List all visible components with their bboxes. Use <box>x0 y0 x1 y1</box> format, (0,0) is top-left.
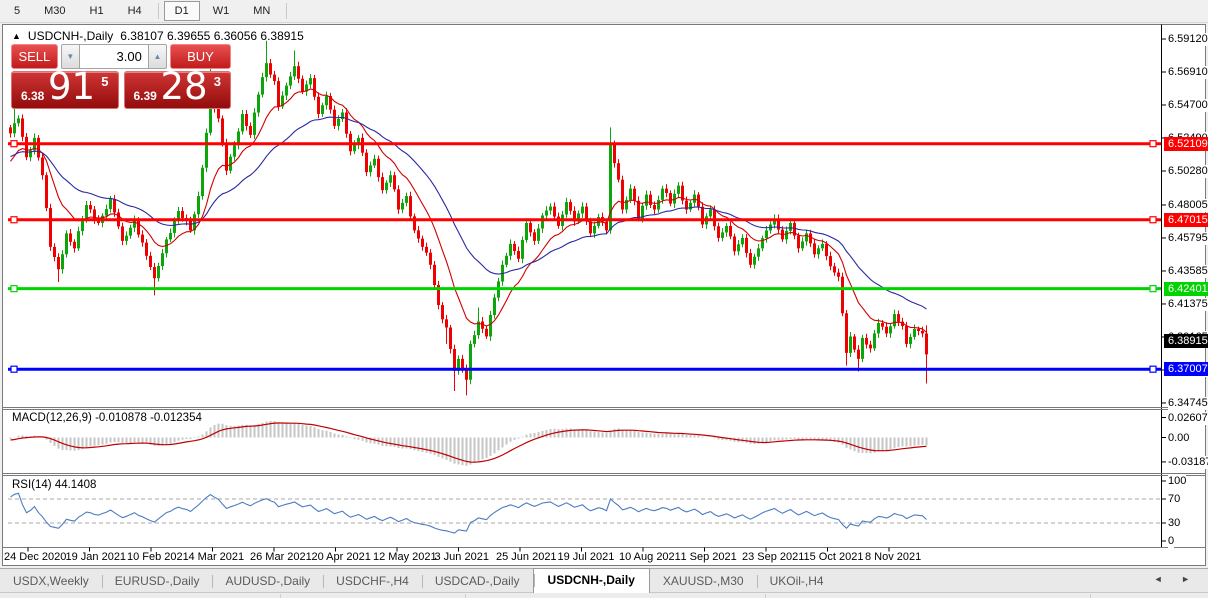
chart-tab-usdcad-daily[interactable]: USDCAD-,Daily <box>421 570 533 593</box>
rsi-axis-tick: 100 <box>1168 475 1187 488</box>
price-tag-support-line-blue[interactable]: 6.37007 <box>1164 362 1208 377</box>
date-axis-label: 4 Mar 2021 <box>188 551 245 563</box>
date-axis-label: 10 Aug 2021 <box>619 551 681 563</box>
timeframe-button-d1[interactable]: D1 <box>163 1 200 21</box>
chart-collapse-arrow[interactable]: ▲ <box>12 31 21 41</box>
date-axis-label: 26 Mar 2021 <box>250 551 312 563</box>
price-axis-tick: 6.41375 <box>1168 297 1208 311</box>
macd-axis-tick: 0.00 <box>1168 431 1190 445</box>
sell-price-box[interactable]: 6.38 91 5 <box>11 65 119 109</box>
timeframe-button-mn[interactable]: MN <box>242 1 281 21</box>
macd-axis-tick: 0.02607 <box>1168 411 1208 425</box>
date-axis-label: 24 Dec 2020 <box>4 551 67 563</box>
date-axis-label: 15 Oct 2021 <box>803 551 864 563</box>
macd-axis-tick: -0.03187 <box>1168 455 1208 469</box>
date-axis-label: 19 Jul 2021 <box>557 551 615 563</box>
chart-tab-usdchf-h4[interactable]: USDCHF-,H4 <box>323 570 422 593</box>
rsi-axis-tick: 70 <box>1168 493 1181 506</box>
price-axis-tick: 6.43585 <box>1168 264 1208 278</box>
price-tag-resistance-line-1[interactable]: 6.52109 <box>1164 136 1208 151</box>
price-axis-tick: 6.48005 <box>1168 198 1208 212</box>
quote-title: ▲ USDCNH-,Daily 6.38107 6.39655 6.36056 … <box>12 29 304 43</box>
chart-tab-ukoil-h4[interactable]: UKOil-,H4 <box>756 570 837 593</box>
date-axis-label: 25 Jun 2021 <box>496 551 557 563</box>
date-axis-label: 10 Feb 2021 <box>127 551 189 563</box>
price-axis-tick: 6.45795 <box>1168 231 1208 245</box>
buy-price-box[interactable]: 6.39 28 3 <box>123 65 231 109</box>
timeframe-button-h1[interactable]: H1 <box>79 1 115 21</box>
rsi-axis-tick: 30 <box>1168 517 1181 530</box>
price-axis-tick: 6.56910 <box>1168 65 1208 79</box>
date-axis-label: 3 Jun 2021 <box>434 551 489 563</box>
buy-price-big: 28 <box>160 65 208 108</box>
timeframe-button-5[interactable]: 5 <box>3 1 31 21</box>
price-axis-tick: 6.34745 <box>1168 396 1208 410</box>
price-axis-tick: 6.54700 <box>1168 98 1208 112</box>
chart-window: ▲ USDCNH-,Daily 6.38107 6.39655 6.36056 … <box>2 24 1206 566</box>
timeframe-button-w1[interactable]: W1 <box>202 1 241 21</box>
price-axis-tick: 6.59120 <box>1168 33 1208 46</box>
date-axis-label: 8 Nov 2021 <box>865 551 922 563</box>
date-axis-label: 23 Sep 2021 <box>742 551 805 563</box>
date-axis-label: 12 May 2021 <box>373 551 437 563</box>
chart-tab-bar: USDX,Weekly EURUSD-,Daily AUDUSD-,Daily USD… <box>0 568 1208 593</box>
mt4-window: 5 M30 H1 H4 D1 W1 MN ▲ USDCNH-,Daily 6.38107 6… <box>0 0 1208 598</box>
sell-price-big: 91 <box>48 65 96 108</box>
sell-price-prefix: 6.38 <box>21 89 45 103</box>
price-tag-bid: 6.38915 <box>1164 333 1208 348</box>
buy-price-sup: 3 <box>213 74 221 89</box>
buy-price-prefix: 6.39 <box>133 89 157 103</box>
date-axis-label: 1 Sep 2021 <box>680 551 737 563</box>
price-axis-tick: 6.50280 <box>1168 164 1208 178</box>
quote-symbol: USDCNH-,Daily <box>27 29 114 43</box>
price-tag-resistance-line-2[interactable]: 6.47015 <box>1164 212 1208 227</box>
date-axis-label: 19 Jan 2021 <box>65 551 127 563</box>
one-click-trade-panel: SELL ▼ ▲ BUY 6.38 91 5 6.39 28 3 <box>11 44 231 109</box>
price-tag-support-line-green[interactable]: 6.42401 <box>1164 281 1208 296</box>
timeframe-button-h4[interactable]: H4 <box>117 1 153 21</box>
toolbar-separator <box>286 3 288 19</box>
timeframe-button-m30[interactable]: M30 <box>33 1 76 21</box>
sell-price-sup: 5 <box>101 74 109 89</box>
timeframe-toolbar: 5 M30 H1 H4 D1 W1 MN <box>0 0 1208 23</box>
toolbar-separator <box>157 3 159 19</box>
rsi-axis-tick: 0 <box>1168 535 1175 548</box>
rsi-indicator-label: RSI(14) 44.1408 <box>12 479 97 491</box>
chart-tab-usdx-weekly[interactable]: USDX,Weekly <box>0 570 102 593</box>
date-axis-label: 20 Apr 2021 <box>311 551 371 563</box>
chart-tab-eurusd-daily[interactable]: EURUSD-,Daily <box>101 570 213 593</box>
chart-tab-xauusd-m30[interactable]: XAUUSD-,M30 <box>650 570 757 593</box>
macd-indicator-label: MACD(12,26,9) -0.010878 -0.012354 <box>12 412 202 424</box>
chart-tab-usdcnh-daily[interactable]: USDCNH-,Daily <box>532 568 650 593</box>
tab-scroll-arrows[interactable]: ◄ ► <box>1154 574 1198 584</box>
quote-ohlc: 6.38107 6.39655 6.36056 6.38915 <box>120 29 304 43</box>
chart-tab-audusd-daily[interactable]: AUDUSD-,Daily <box>212 570 323 593</box>
